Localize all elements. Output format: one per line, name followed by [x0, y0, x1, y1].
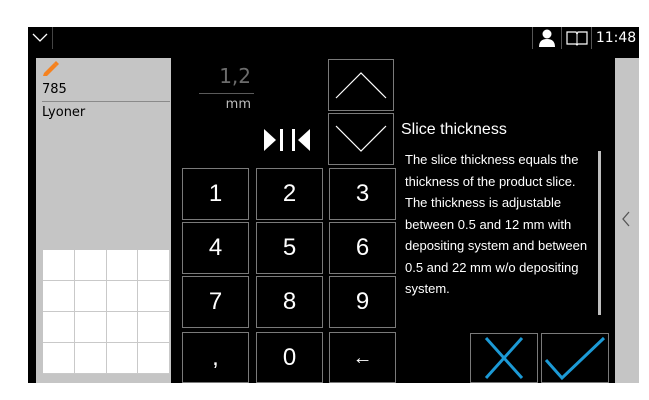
key-0[interactable]: 0 [256, 332, 323, 383]
key-3[interactable]: 3 [329, 168, 396, 220]
backspace-key[interactable]: ← [329, 332, 396, 383]
value-display: 1,2 [219, 64, 251, 88]
unit-label: mm [225, 97, 251, 112]
chevron-up-icon [335, 72, 387, 99]
clock: 11:48 [591, 27, 640, 49]
divider [42, 101, 170, 102]
chevron-down-icon [32, 33, 48, 42]
product-image-placeholder [43, 250, 170, 374]
manual-button[interactable] [561, 27, 592, 49]
key-comma[interactable]: , [182, 332, 249, 383]
key-1[interactable]: 1 [182, 168, 249, 220]
key-2[interactable]: 2 [256, 168, 323, 220]
help-scrollbar[interactable] [598, 151, 601, 315]
menu-button[interactable] [28, 27, 53, 49]
pencil-icon[interactable] [42, 60, 60, 76]
user-icon [539, 29, 555, 47]
increase-button[interactable] [328, 59, 394, 111]
close-icon [484, 336, 524, 380]
help-title: Slice thickness [401, 121, 507, 138]
help-text: The slice thickness equals the thickness… [405, 152, 588, 296]
key-9[interactable]: 9 [329, 276, 396, 328]
value-underline [199, 93, 254, 94]
slice-thickness-icon [264, 129, 310, 151]
product-name: Lyoner [42, 105, 86, 120]
confirm-button[interactable] [541, 333, 609, 383]
key-5[interactable]: 5 [256, 222, 323, 274]
chevron-down-icon [335, 125, 387, 152]
user-button[interactable] [532, 27, 561, 49]
decrease-button[interactable] [328, 113, 394, 165]
key-4[interactable]: 4 [182, 222, 249, 274]
checkmark-icon [544, 336, 606, 381]
book-icon [566, 31, 588, 46]
key-8[interactable]: 8 [256, 276, 323, 328]
cancel-button[interactable] [470, 333, 538, 383]
product-number: 785 [42, 82, 67, 97]
chevron-left-icon [622, 211, 630, 227]
key-7[interactable]: 7 [182, 276, 249, 328]
side-panel-toggle[interactable] [615, 58, 639, 383]
key-6[interactable]: 6 [329, 222, 396, 274]
